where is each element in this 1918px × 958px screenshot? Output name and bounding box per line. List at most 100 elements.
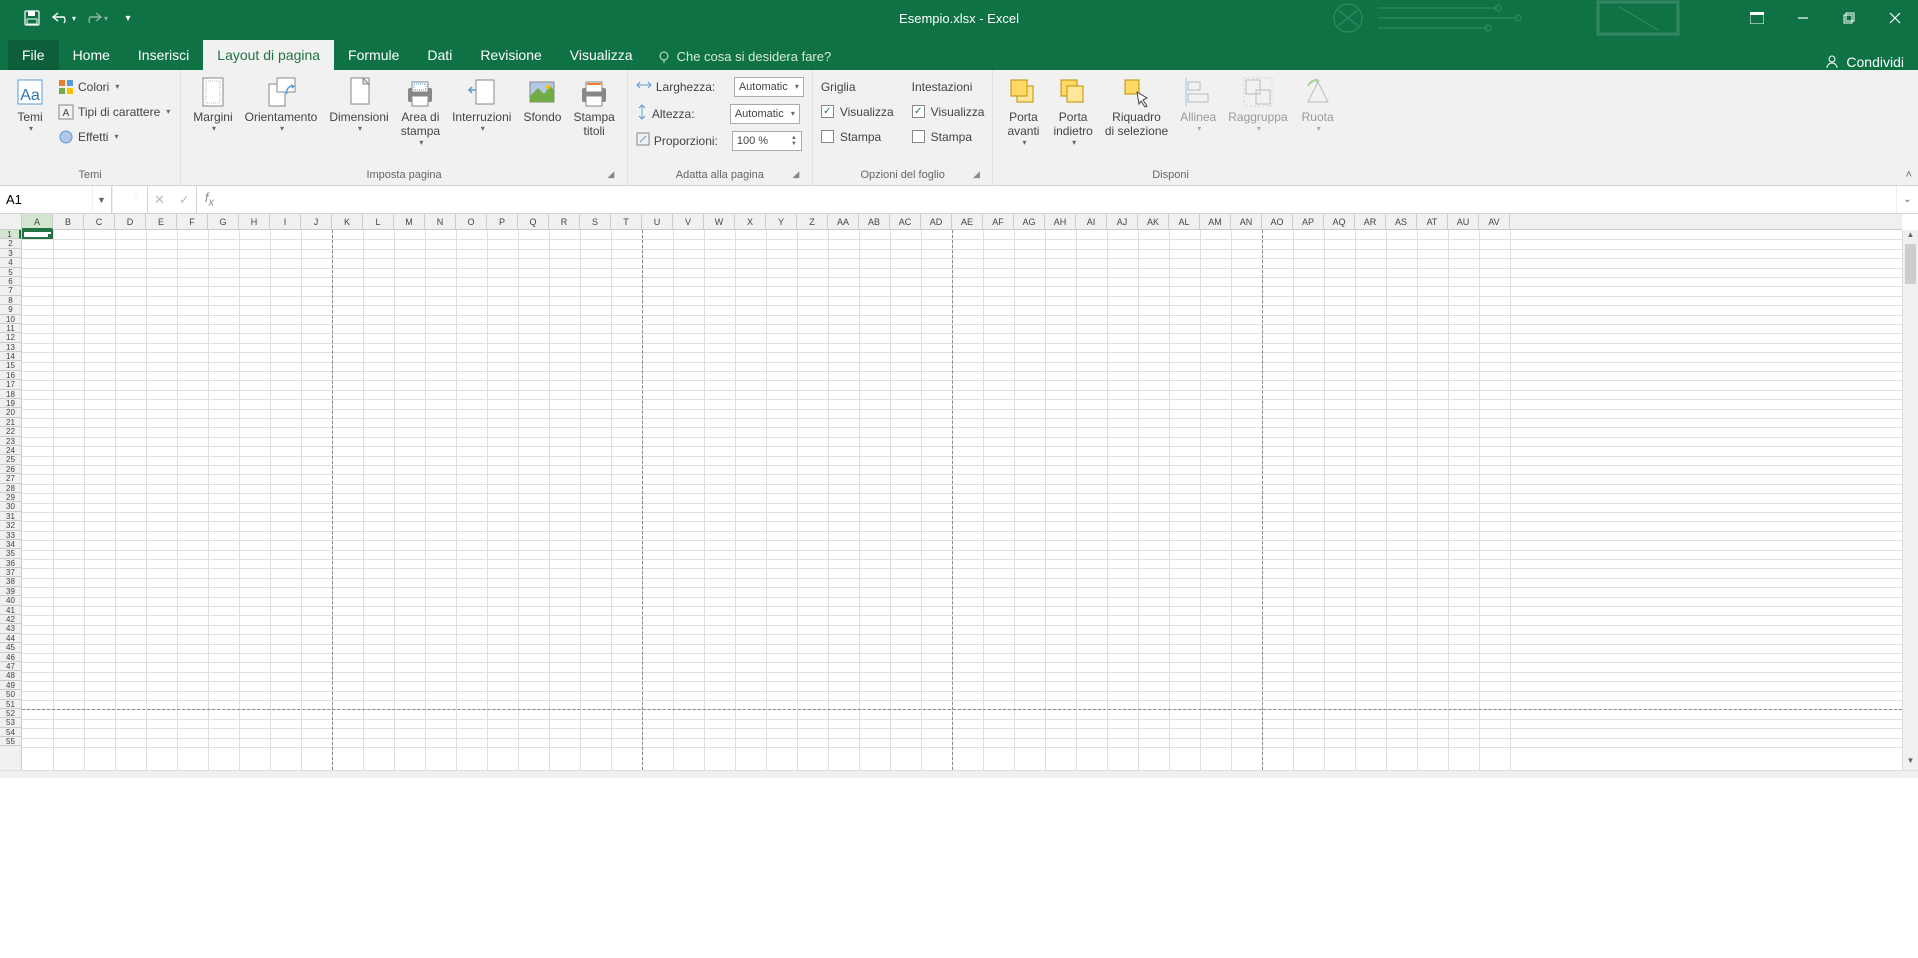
tab-visualizza[interactable]: Visualizza [556,40,647,70]
row-header[interactable]: 39 [0,587,21,596]
row-header[interactable]: 50 [0,690,21,699]
column-header[interactable]: G [208,214,239,229]
row-header[interactable]: 44 [0,634,21,643]
row-header[interactable]: 1 [0,230,21,239]
height-selector[interactable]: Automatic▾ [730,104,800,124]
row-header[interactable]: 30 [0,502,21,511]
name-box-input[interactable] [0,192,92,207]
row-header[interactable]: 36 [0,559,21,568]
row-header[interactable]: 38 [0,577,21,586]
colors-button[interactable]: Colori▾ [56,74,172,99]
row-header[interactable]: 41 [0,606,21,615]
row-header[interactable]: 21 [0,418,21,427]
column-header[interactable]: AG [1014,214,1045,229]
close-button[interactable] [1872,0,1918,36]
select-all-corner[interactable] [0,214,22,230]
column-header[interactable]: AR [1355,214,1386,229]
row-header[interactable]: 15 [0,361,21,370]
column-header[interactable]: Q [518,214,549,229]
column-header[interactable]: O [456,214,487,229]
column-header[interactable]: AT [1417,214,1448,229]
row-header[interactable]: 40 [0,596,21,605]
column-header[interactable]: N [425,214,456,229]
row-header[interactable]: 2 [0,239,21,248]
tab-revisione[interactable]: Revisione [466,40,555,70]
headings-print-checkbox[interactable]: Stampa [912,124,985,149]
row-header[interactable]: 14 [0,352,21,361]
row-header[interactable]: 17 [0,380,21,389]
tab-layout-di-pagina[interactable]: Layout di pagina [203,40,334,70]
row-header[interactable]: 24 [0,446,21,455]
row-header[interactable]: 34 [0,540,21,549]
column-header[interactable]: F [177,214,208,229]
row-header[interactable]: 35 [0,549,21,558]
share-button[interactable]: Condividi [1824,54,1904,70]
row-header[interactable]: 16 [0,371,21,380]
column-header[interactable]: AI [1076,214,1107,229]
row-header[interactable]: 43 [0,624,21,633]
column-header[interactable]: Z [797,214,828,229]
column-header[interactable]: V [673,214,704,229]
bring-forward-button[interactable]: Porta avanti▾ [1001,74,1045,149]
row-header[interactable]: 46 [0,653,21,662]
breaks-button[interactable]: Interruzioni▾ [448,74,515,135]
row-header[interactable]: 11 [0,324,21,333]
column-header[interactable]: AO [1262,214,1293,229]
column-header[interactable]: X [735,214,766,229]
save-button[interactable] [20,6,44,30]
column-header[interactable]: J [301,214,332,229]
collapse-ribbon-button[interactable]: ˄ [1906,169,1912,181]
redo-button[interactable]: ▾ [84,6,108,30]
row-header[interactable]: 53 [0,718,21,727]
row-header[interactable]: 55 [0,737,21,746]
scroll-thumb[interactable] [1905,244,1916,284]
row-header[interactable]: 10 [0,315,21,324]
row-header[interactable]: 51 [0,700,21,709]
column-header[interactable]: W [704,214,735,229]
tab-formule[interactable]: Formule [334,40,413,70]
row-header[interactable]: 25 [0,455,21,464]
column-header[interactable]: AD [921,214,952,229]
column-header[interactable]: A [22,214,53,230]
row-header[interactable]: 3 [0,249,21,258]
row-header[interactable]: 6 [0,277,21,286]
column-header[interactable]: AV [1479,214,1510,229]
column-header[interactable]: AP [1293,214,1324,229]
scale-dialog-launcher[interactable]: ◢ [790,169,802,181]
row-header[interactable]: 31 [0,512,21,521]
scale-input[interactable]: 100 %▲▼ [732,131,802,151]
row-header[interactable]: 37 [0,568,21,577]
tab-inserisci[interactable]: Inserisci [124,40,203,70]
qat-customize[interactable]: ▾ [116,6,140,30]
column-header[interactable]: L [363,214,394,229]
row-header[interactable]: 42 [0,615,21,624]
width-selector[interactable]: Automatic▾ [734,77,804,97]
gridlines-print-checkbox[interactable]: Stampa [821,124,894,149]
orientation-button[interactable]: Orientamento▾ [241,74,322,135]
row-header[interactable]: 45 [0,643,21,652]
background-button[interactable]: Sfondo [519,74,565,126]
column-header[interactable]: Y [766,214,797,229]
row-header[interactable]: 27 [0,474,21,483]
column-header[interactable]: E [146,214,177,229]
selection-pane-button[interactable]: Riquadro di selezione [1101,74,1172,140]
column-header[interactable]: AU [1448,214,1479,229]
column-header[interactable]: AF [983,214,1014,229]
row-header[interactable]: 12 [0,333,21,342]
scroll-up-arrow[interactable]: ▲ [1903,230,1918,244]
row-header[interactable]: 28 [0,484,21,493]
tab-home[interactable]: Home [59,40,124,70]
undo-button[interactable]: ▾ [52,6,76,30]
print-titles-button[interactable]: Stampa titoli [569,74,618,140]
row-header[interactable]: 13 [0,343,21,352]
expand-formula-bar[interactable]: ⌄ [1896,186,1918,213]
row-header[interactable]: 7 [0,286,21,295]
column-header[interactable]: C [84,214,115,229]
column-header[interactable]: AK [1138,214,1169,229]
rotate-button[interactable]: Ruota▾ [1296,74,1340,135]
row-header[interactable]: 22 [0,427,21,436]
row-header[interactable]: 26 [0,465,21,474]
column-header[interactable]: AH [1045,214,1076,229]
column-header[interactable]: T [611,214,642,229]
column-header[interactable]: H [239,214,270,229]
